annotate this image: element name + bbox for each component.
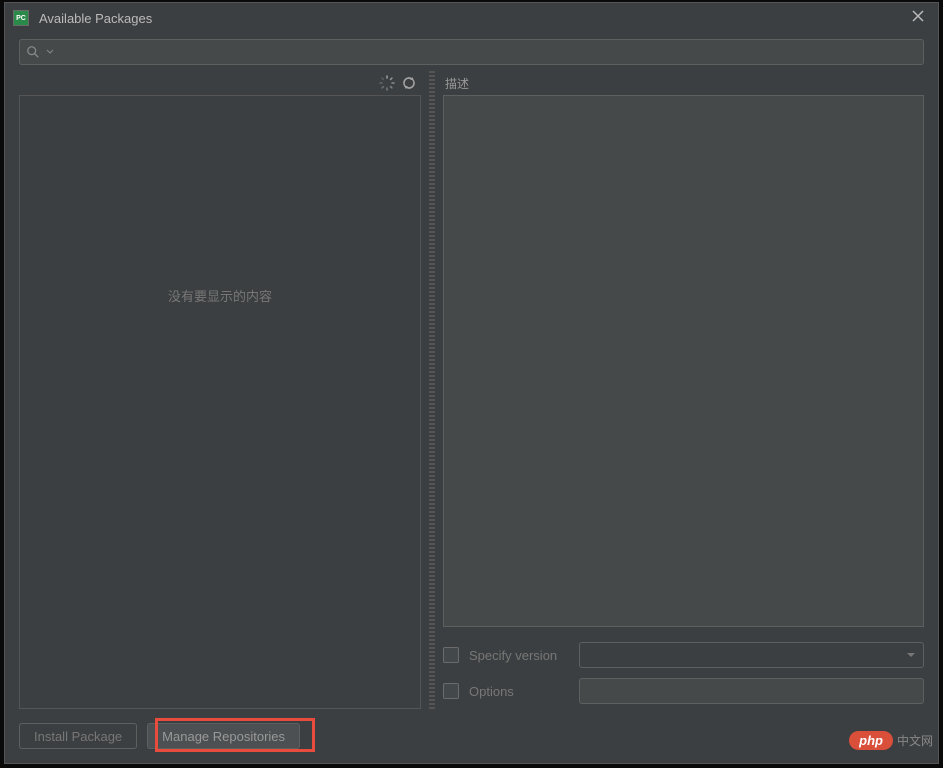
options-row: Options [443,673,924,709]
watermark: php 中文网 [849,731,933,750]
close-icon [912,10,924,22]
available-packages-dialog: PC Available Packages [4,2,939,764]
search-row [5,33,938,71]
description-label: 描述 [443,71,924,95]
version-select[interactable] [579,642,924,668]
refresh-icon[interactable] [401,75,417,91]
button-row: Install Package Manage Repositories [5,709,938,763]
specify-version-row: Specify version [443,637,924,673]
main-area: 没有要显示的内容 描述 Specify version Options [5,71,938,709]
specify-version-label: Specify version [469,648,569,663]
manage-repositories-button[interactable]: Manage Repositories [147,723,300,749]
chevron-down-icon [907,653,915,657]
splitter[interactable] [429,71,435,709]
watermark-badge: php [849,731,893,750]
loading-spinner-icon [379,75,395,91]
options-input[interactable] [579,678,924,704]
install-package-button[interactable]: Install Package [19,723,137,749]
package-list[interactable]: 没有要显示的内容 [19,95,421,709]
close-button[interactable] [906,9,930,27]
search-icon [26,45,40,59]
watermark-text: 中文网 [897,732,933,749]
install-options: Specify version Options [443,627,924,709]
empty-list-message: 没有要显示的内容 [168,286,272,305]
pycharm-icon: PC [13,10,29,26]
package-list-panel: 没有要显示的内容 [19,71,421,709]
description-box [443,95,924,627]
search-box[interactable] [19,39,924,65]
window-title: Available Packages [39,11,906,26]
titlebar: PC Available Packages [5,3,938,33]
options-label: Options [469,684,569,699]
specify-version-checkbox[interactable] [443,647,459,663]
chevron-down-icon [46,48,54,56]
details-panel: 描述 Specify version Options [443,71,924,709]
options-checkbox[interactable] [443,683,459,699]
search-input[interactable] [54,45,917,59]
package-list-toolbar [19,71,421,95]
